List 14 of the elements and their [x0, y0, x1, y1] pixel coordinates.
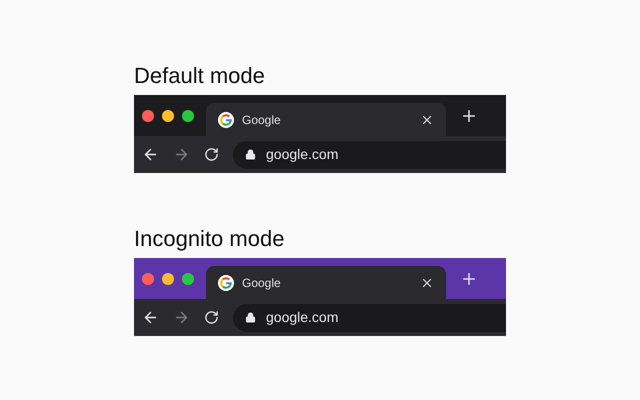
section-heading: Incognito mode — [134, 225, 286, 253]
address-bar[interactable]: google.com — [233, 140, 506, 168]
browser-tab[interactable]: Google — [206, 266, 446, 299]
reload-icon[interactable] — [204, 147, 219, 162]
section-heading: Default mode — [134, 62, 266, 90]
lock-icon — [245, 312, 256, 323]
lock-icon — [245, 149, 256, 160]
reload-icon[interactable] — [204, 310, 219, 325]
address-bar[interactable]: google.com — [233, 304, 506, 332]
browser-tab[interactable]: Google — [206, 103, 446, 136]
google-logo-icon — [218, 274, 234, 290]
back-icon[interactable] — [142, 146, 159, 163]
back-icon[interactable] — [142, 309, 159, 326]
google-logo-icon — [218, 112, 234, 128]
